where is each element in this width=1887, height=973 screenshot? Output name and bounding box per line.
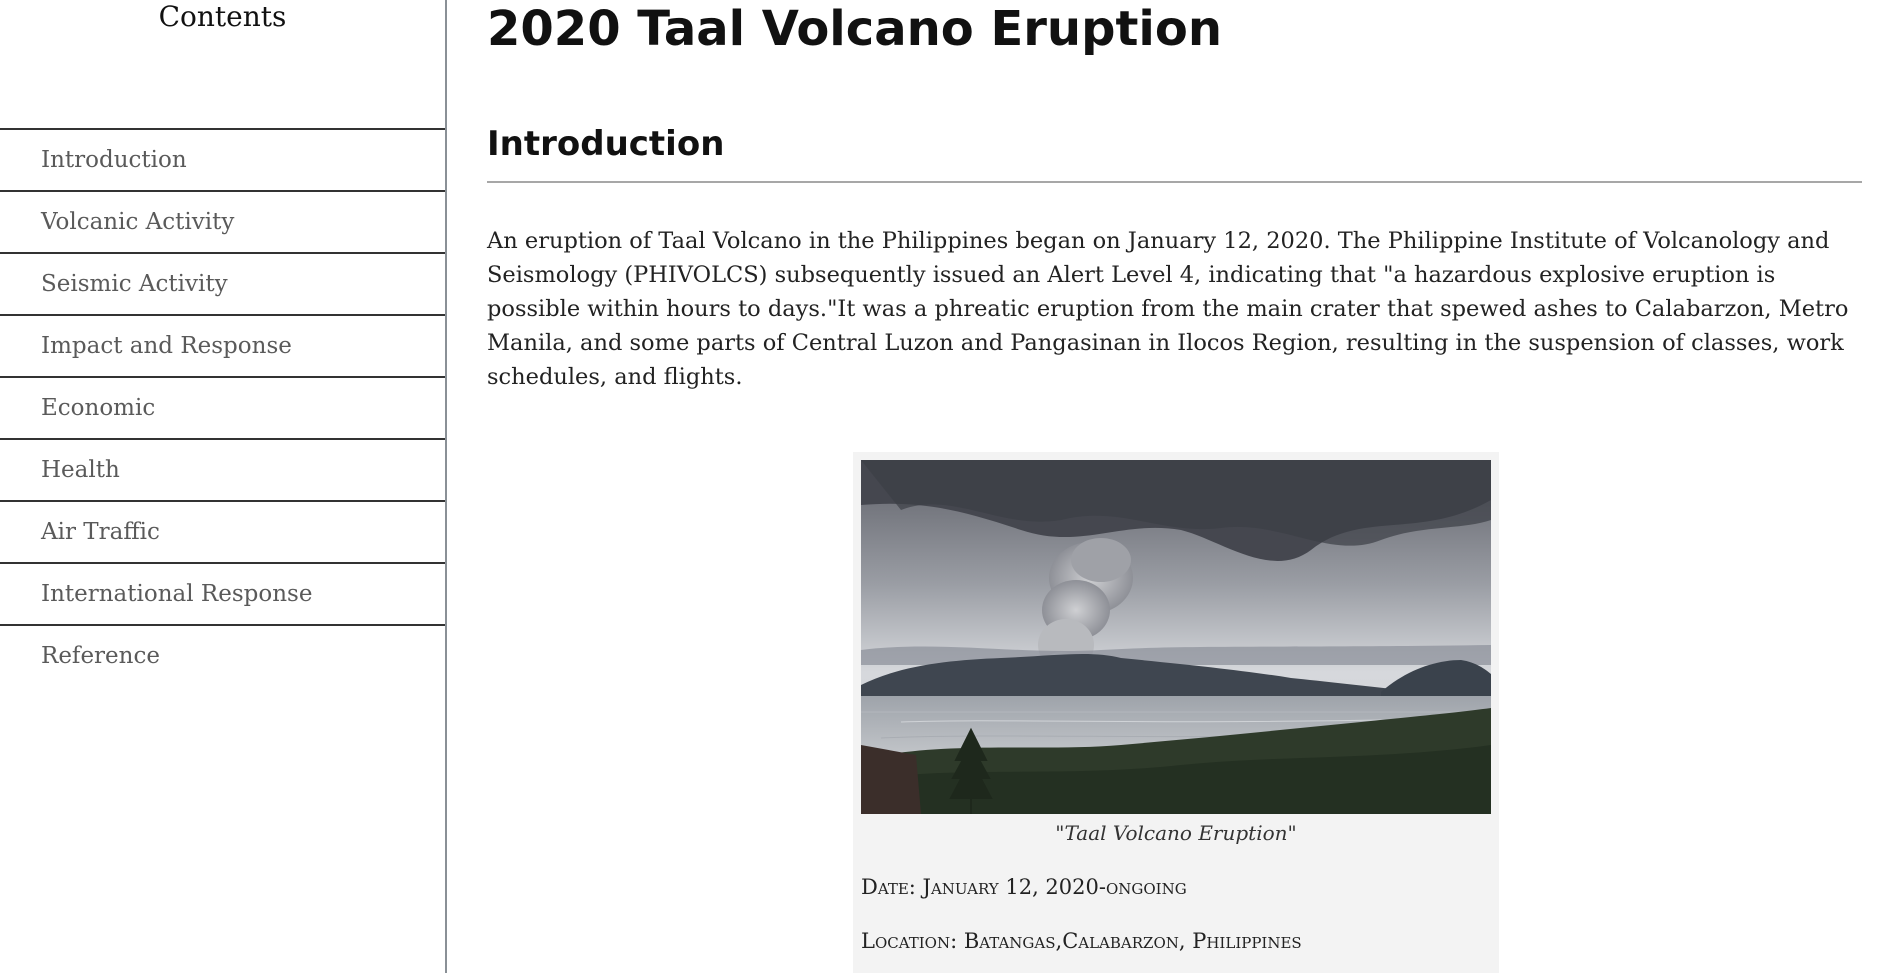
nav-item-reference[interactable]: Reference	[0, 626, 445, 686]
page-title: 2020 Taal Volcano Eruption	[487, 1, 1222, 57]
nav-item-international-response[interactable]: International Response	[0, 564, 445, 626]
nav-item-health[interactable]: Health	[0, 440, 445, 502]
contents-title: Contents	[158, 0, 287, 33]
contents-nav-list: Introduction Volcanic Activity Seismic A…	[0, 128, 445, 686]
nav-item-air-traffic[interactable]: Air Traffic	[0, 502, 445, 564]
nav-item-volcanic-activity[interactable]: Volcanic Activity	[0, 192, 445, 254]
nav-item-economic[interactable]: Economic	[0, 378, 445, 440]
nav-item-introduction[interactable]: Introduction	[0, 130, 445, 192]
nav-item-impact-and-response[interactable]: Impact and Response	[0, 316, 445, 378]
eruption-location: Location: Batangas,Calabarzon, Philippin…	[861, 929, 1302, 953]
figure-caption: "Taal Volcano Eruption"	[1055, 821, 1297, 845]
table-of-contents-sidebar: Contents Introduction Volcanic Activity …	[0, 0, 447, 973]
nav-item-seismic-activity[interactable]: Seismic Activity	[0, 254, 445, 316]
intro-paragraph: An eruption of Taal Volcano in the Phili…	[487, 228, 1849, 390]
section-heading-introduction: Introduction	[487, 124, 725, 164]
volcano-eruption-photo	[861, 460, 1491, 814]
volcano-infobox: "Taal Volcano Eruption" Date: January 12…	[853, 452, 1499, 973]
section-divider	[487, 181, 1862, 183]
eruption-date: Date: January 12, 2020-ongoing	[861, 875, 1187, 899]
